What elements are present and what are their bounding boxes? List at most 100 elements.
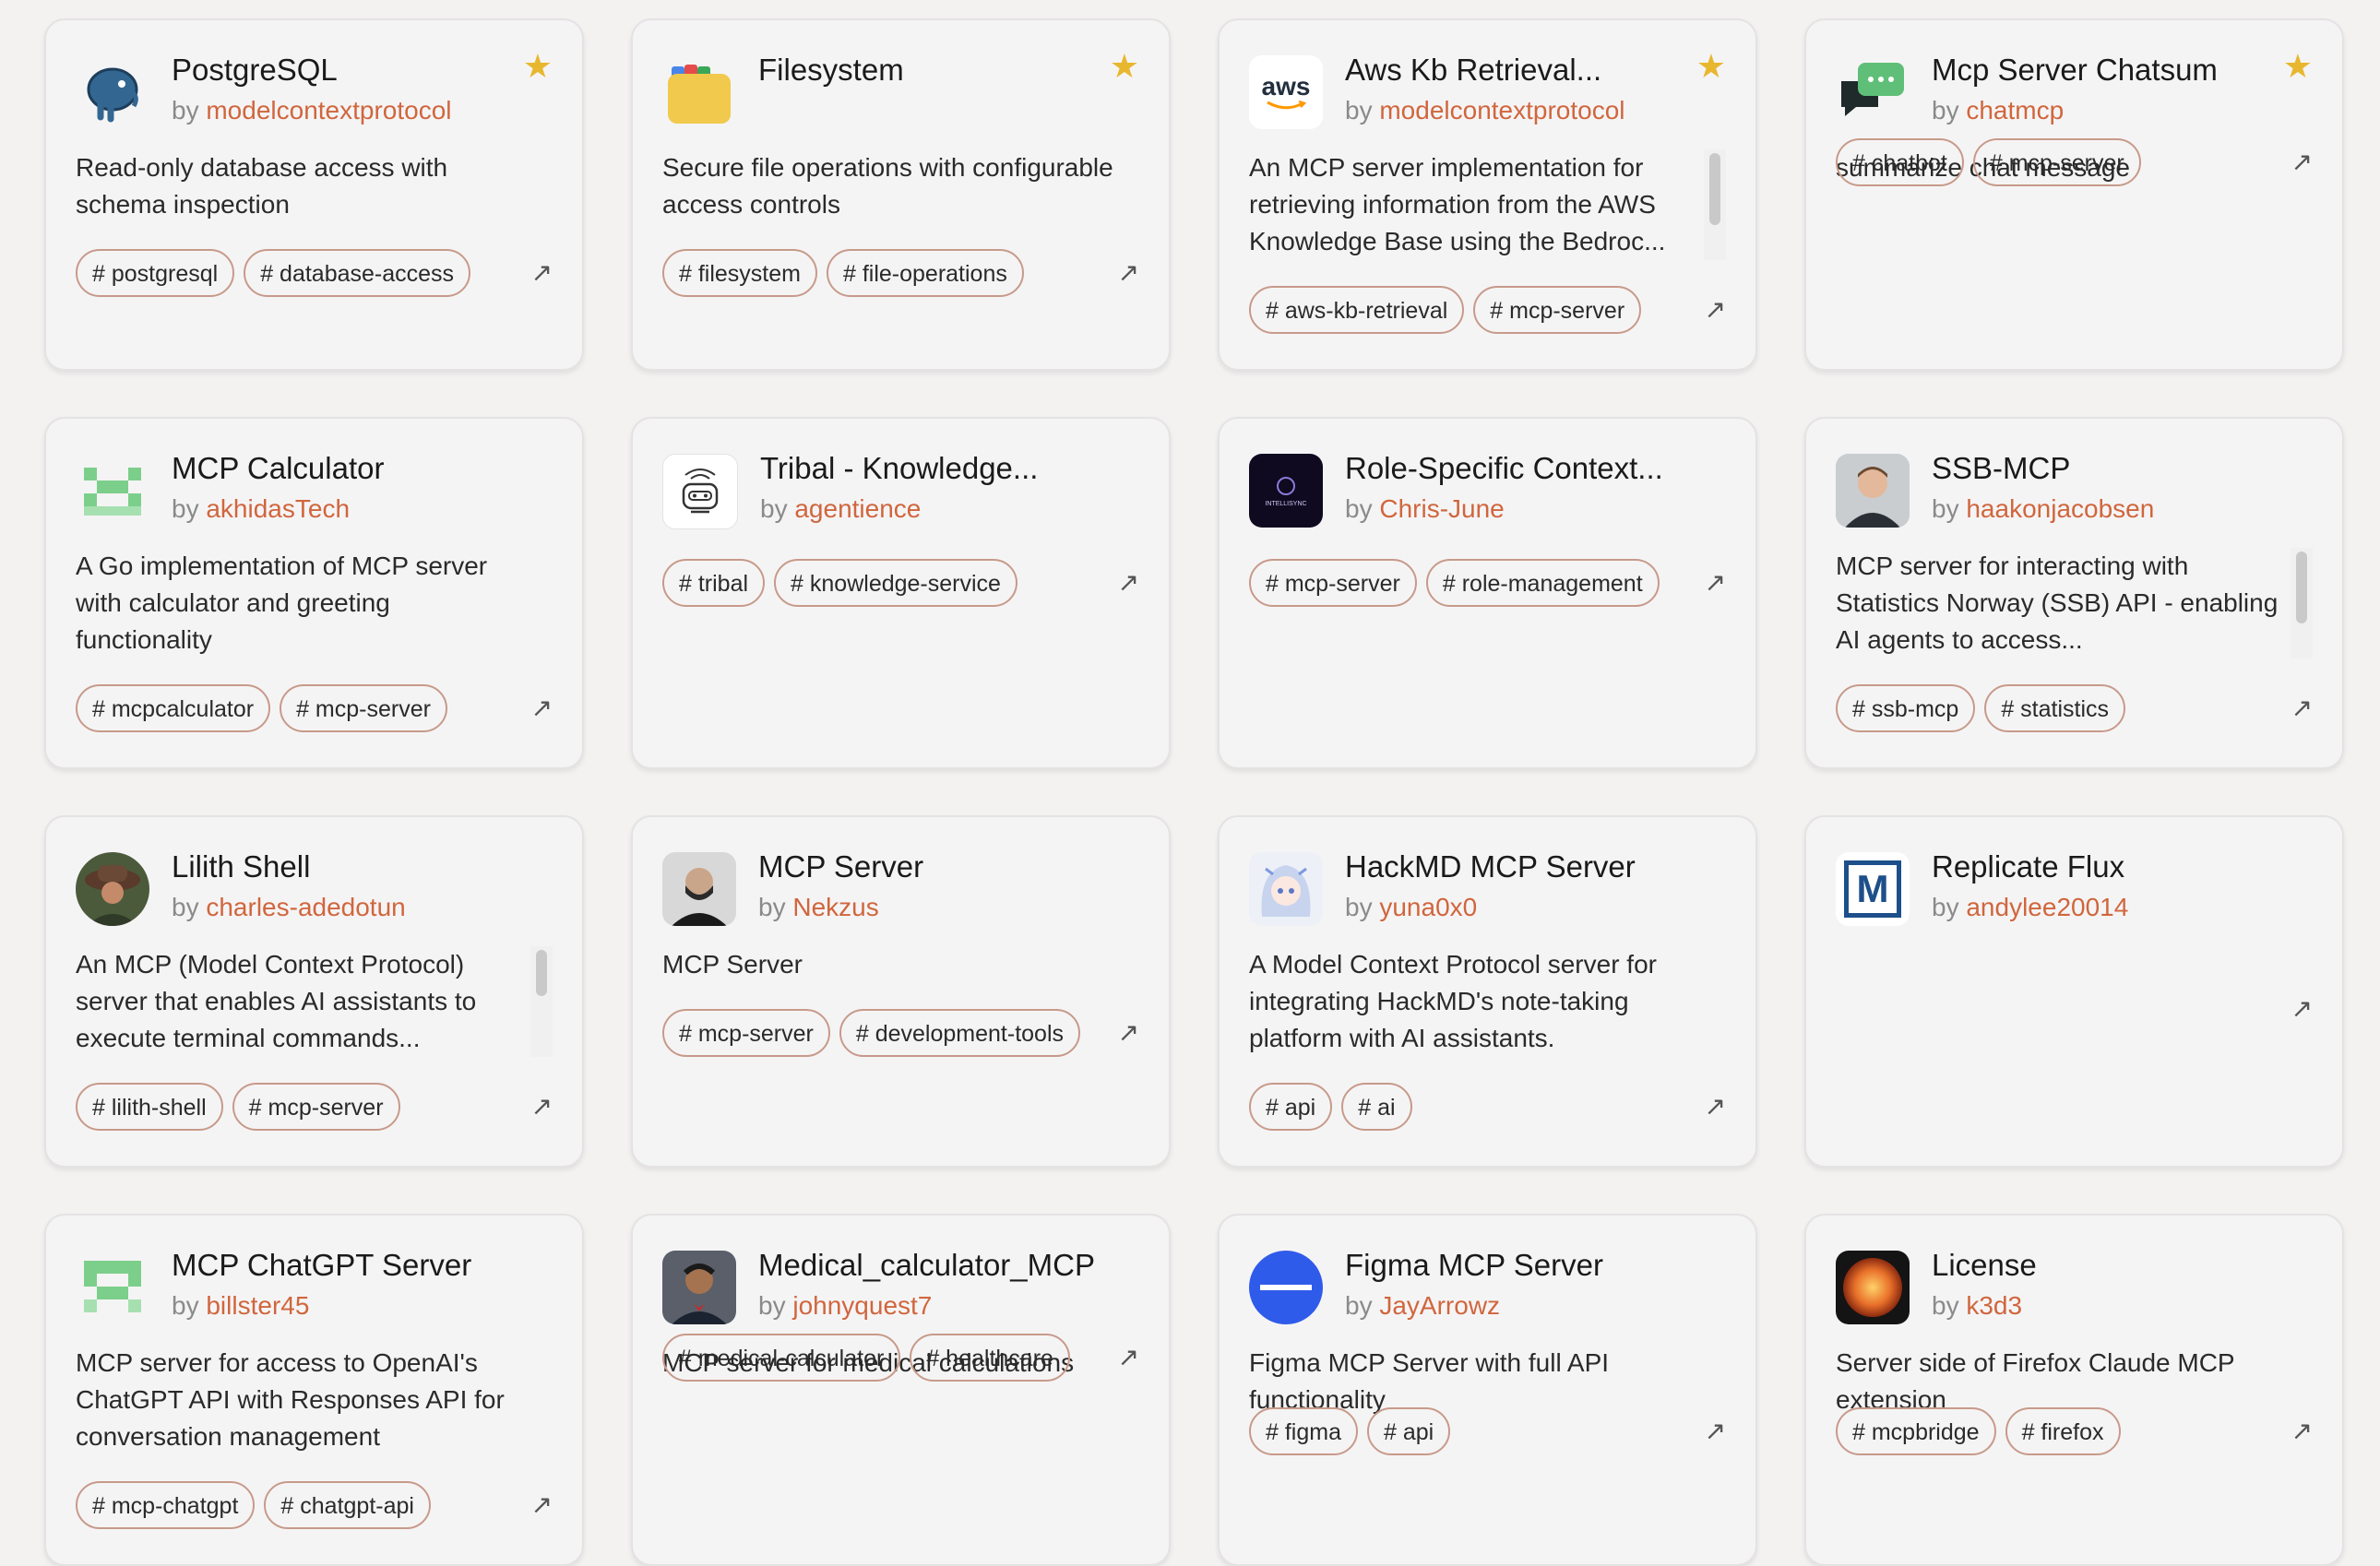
author-link[interactable]: modelcontextprotocol — [206, 96, 451, 125]
tag[interactable]: # database-access — [244, 249, 471, 297]
server-card-aws-kb-retrieval[interactable]: aws Aws Kb Retrieval... by modelcontextp… — [1218, 18, 1757, 371]
author-link[interactable]: charles-adedotun — [206, 893, 405, 921]
tag[interactable]: # role-management — [1425, 559, 1660, 607]
open-arrow-icon[interactable]: ↗ — [1705, 1418, 1726, 1444]
description-scrollbar[interactable] — [2291, 548, 2313, 658]
tag[interactable]: # figma — [1249, 1407, 1358, 1455]
tag[interactable]: # filesystem — [662, 249, 817, 297]
tag[interactable]: # healthcare — [910, 1334, 1070, 1382]
server-card-figma-mcp-server[interactable]: Figma MCP Server by JayArrowz Figma MCP … — [1218, 1214, 1757, 1566]
star-icon[interactable]: ★ — [1696, 48, 1726, 85]
star-icon[interactable]: ★ — [1110, 48, 1139, 85]
card-title: Role-Specific Context... — [1345, 451, 1663, 485]
tag[interactable]: # ssb-mcp — [1836, 684, 1976, 732]
tag[interactable]: # chatbot — [1836, 138, 1964, 186]
star-icon[interactable]: ★ — [523, 48, 553, 85]
tag[interactable]: # mcp-server — [662, 1009, 830, 1057]
intellisync-logo: INTELLISYNC — [1249, 454, 1323, 528]
author-link[interactable]: Chris-June — [1379, 494, 1504, 523]
author-link[interactable]: johnyquest7 — [792, 1291, 932, 1320]
tag[interactable]: # mcp-chatgpt — [76, 1481, 256, 1529]
tag[interactable]: # api — [1249, 1083, 1333, 1131]
open-arrow-icon[interactable]: ↗ — [531, 1094, 553, 1120]
open-arrow-icon[interactable]: ↗ — [1705, 1094, 1726, 1120]
author-link[interactable]: modelcontextprotocol — [1379, 96, 1624, 125]
open-arrow-icon[interactable]: ↗ — [1118, 260, 1139, 286]
card-description: Secure file operations with configurable… — [662, 153, 1113, 219]
card-description: MCP server for interacting with Statisti… — [1836, 552, 2279, 654]
author-link[interactable]: JayArrowz — [1379, 1291, 1500, 1320]
author-link[interactable]: k3d3 — [1966, 1291, 2022, 1320]
tag[interactable]: # mcpcalculator — [76, 684, 271, 732]
tag[interactable]: # firefox — [2005, 1407, 2121, 1455]
avatar-photo — [662, 852, 736, 926]
server-card-mcp-server[interactable]: MCP Server by Nekzus MCP Server # mcp-se… — [631, 815, 1171, 1168]
description-scrollbar[interactable] — [1704, 149, 1726, 260]
tag[interactable]: # mcp-server — [1249, 559, 1417, 607]
tag[interactable]: # mcp-server — [232, 1083, 400, 1131]
card-description: A Model Context Protocol server for inte… — [1249, 950, 1657, 1052]
author-link[interactable]: akhidasTech — [206, 494, 350, 523]
author-link[interactable]: billster45 — [206, 1291, 309, 1320]
open-arrow-icon[interactable]: ↗ — [1705, 570, 1726, 596]
author-link[interactable]: haakonjacobsen — [1966, 494, 2154, 523]
server-card-mcp-chatgpt-server[interactable]: MCP ChatGPT Server by billster45 MCP ser… — [44, 1214, 584, 1566]
server-card-hackmd-mcp-server[interactable]: HackMD MCP Server by yuna0x0 A Model Con… — [1218, 815, 1757, 1168]
server-card-mcp-calculator[interactable]: MCP Calculator by akhidasTech A Go imple… — [44, 417, 584, 769]
open-arrow-icon[interactable]: ↗ — [1118, 1020, 1139, 1046]
server-card-license[interactable]: License by k3d3 Server side of Firefox C… — [1804, 1214, 2344, 1566]
tag[interactable]: # mcp-server — [1473, 286, 1642, 334]
folder-icon — [662, 55, 736, 129]
card-title: Mcp Server Chatsum — [1932, 53, 2218, 87]
author-link[interactable]: andylee20014 — [1966, 893, 2128, 921]
card-title: Figma MCP Server — [1345, 1248, 1603, 1282]
open-arrow-icon[interactable]: ↗ — [1118, 570, 1139, 596]
open-arrow-icon[interactable]: ↗ — [2291, 1418, 2313, 1444]
tag[interactable]: # mcpbridge — [1836, 1407, 1996, 1455]
card-title: Lilith Shell — [172, 849, 311, 884]
anime-avatar — [1249, 852, 1323, 926]
open-arrow-icon[interactable]: ↗ — [1118, 1345, 1139, 1370]
author-link[interactable]: chatmcp — [1966, 96, 2064, 125]
tag[interactable]: # ai — [1341, 1083, 1412, 1131]
open-arrow-icon[interactable]: ↗ — [531, 260, 553, 286]
server-card-tribal-knowledge[interactable]: Tribal - Knowledge... by agentience # tr… — [631, 417, 1171, 769]
tag[interactable]: # lilith-shell — [76, 1083, 223, 1131]
tag[interactable]: # knowledge-service — [774, 559, 1017, 607]
tag[interactable]: # tribal — [662, 559, 766, 607]
open-arrow-icon[interactable]: ↗ — [2291, 695, 2313, 721]
card-title: PostgreSQL — [172, 53, 338, 87]
server-card-role-specific-context[interactable]: INTELLISYNC Role-Specific Context... by … — [1218, 417, 1757, 769]
author-link[interactable]: agentience — [794, 494, 921, 523]
author-link[interactable]: yuna0x0 — [1379, 893, 1477, 921]
server-card-ssb-mcp[interactable]: SSB-MCP by haakonjacobsen MCP server for… — [1804, 417, 2344, 769]
open-arrow-icon[interactable]: ↗ — [531, 695, 553, 721]
card-title: Aws Kb Retrieval... — [1345, 53, 1602, 87]
server-card-mcp-server-chatsum[interactable]: Mcp Server Chatsum by chatmcp ★ summariz… — [1804, 18, 2344, 371]
tag[interactable]: # mcp-server — [1972, 138, 2141, 186]
server-card-postgresql[interactable]: PostgreSQL by modelcontextprotocol ★ Rea… — [44, 18, 584, 371]
open-arrow-icon[interactable]: ↗ — [2291, 996, 2313, 1022]
server-card-filesystem[interactable]: Filesystem ★ Secure file operations with… — [631, 18, 1171, 371]
server-card-medical-calculator-mcp[interactable]: Medical_calculator_MCP by johnyquest7 MC… — [631, 1214, 1171, 1566]
tag[interactable]: # development-tools — [839, 1009, 1081, 1057]
open-arrow-icon[interactable]: ↗ — [1705, 297, 1726, 323]
blue-circle-icon — [1249, 1251, 1323, 1324]
description-scrollbar[interactable] — [530, 946, 553, 1057]
star-icon[interactable]: ★ — [2283, 48, 2313, 85]
tag[interactable]: # file-operations — [826, 249, 1024, 297]
tag[interactable]: # chatgpt-api — [264, 1481, 431, 1529]
tag[interactable]: # aws-kb-retrieval — [1249, 286, 1465, 334]
tag[interactable]: # api — [1366, 1407, 1451, 1455]
open-arrow-icon[interactable]: ↗ — [531, 1492, 553, 1518]
server-card-lilith-shell[interactable]: Lilith Shell by charles-adedotun An MCP … — [44, 815, 584, 1168]
tag[interactable]: # postgresql — [76, 249, 235, 297]
server-card-replicate-flux[interactable]: M Replicate Flux by andylee20014 ↗ — [1804, 815, 2344, 1168]
tag[interactable]: # medical-calculator — [662, 1334, 901, 1382]
author-link[interactable]: Nekzus — [792, 893, 878, 921]
tag[interactable]: # mcp-server — [280, 684, 447, 732]
open-arrow-icon[interactable]: ↗ — [2291, 149, 2313, 175]
card-title: License — [1932, 1248, 2037, 1282]
card-description: Read-only database access with schema in… — [76, 153, 448, 219]
tag[interactable]: # statistics — [1984, 684, 2126, 732]
